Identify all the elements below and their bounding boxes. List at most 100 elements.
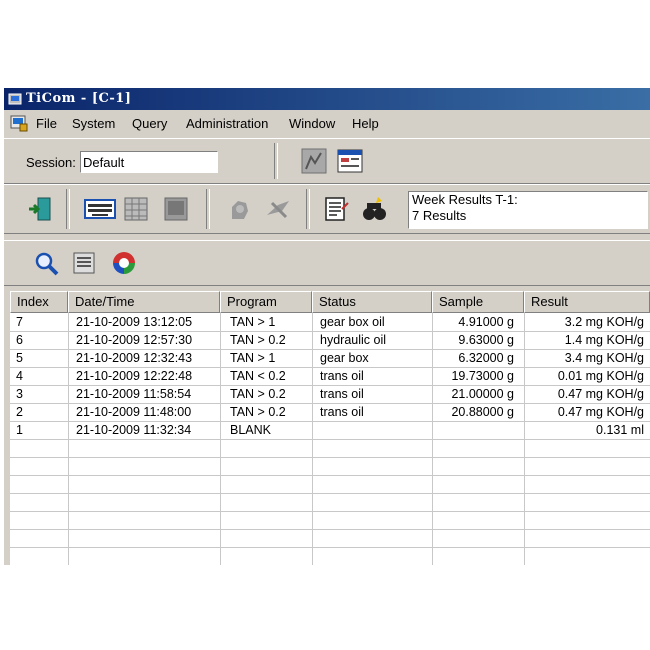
- column-header-result[interactable]: Result: [524, 291, 650, 313]
- cell-index: 3: [16, 387, 23, 401]
- table-row[interactable]: 1 21-10-2009 11:32:34 BLANK 0.131 ml: [10, 421, 650, 440]
- empty-table-row: [10, 547, 650, 565]
- cell-result: 0.01 mg KOH/g: [557, 369, 644, 383]
- tools-icon[interactable]: [264, 195, 292, 223]
- cell-sample: [434, 421, 514, 439]
- graph-icon[interactable]: [300, 147, 328, 175]
- sample-changer-icon[interactable]: [226, 195, 254, 223]
- cell-index: 5: [16, 351, 23, 365]
- cell-datetime: 21-10-2009 13:12:05: [76, 315, 193, 329]
- keyboard-icon[interactable]: [84, 195, 116, 223]
- column-header-index[interactable]: Index: [10, 291, 68, 313]
- cell-sample: 9.63000 g: [458, 333, 514, 347]
- cell-index: 7: [16, 315, 23, 329]
- session-label: Session:: [26, 155, 76, 170]
- table-row[interactable]: 3 21-10-2009 11:58:54 TAN > 0.2 trans oil 21…: [10, 385, 650, 404]
- cell-status: gear box oil: [320, 315, 385, 329]
- separator: [206, 189, 210, 229]
- cell-datetime: 21-10-2009 11:32:34: [76, 423, 192, 437]
- separator: [66, 189, 70, 229]
- menu-administration[interactable]: Administration: [186, 116, 268, 131]
- empty-table-row: [10, 493, 650, 512]
- app-window: TiCom - [C-1] File System Query Administ…: [4, 88, 650, 565]
- cell-datetime: 21-10-2009 12:22:48: [76, 369, 193, 383]
- empty-table-row: [10, 529, 650, 548]
- cell-status: trans oil: [320, 387, 364, 401]
- cell-result: 1.4 mg KOH/g: [564, 333, 644, 347]
- cell-program: TAN > 1: [230, 351, 276, 365]
- secondary-toolbar: [4, 240, 650, 286]
- cell-sample: 4.91000 g: [458, 315, 514, 329]
- session-toolbar: Session: Default: [4, 138, 650, 184]
- cell-program: TAN > 0.2: [230, 333, 286, 347]
- empty-table-row: [10, 511, 650, 530]
- window-list-icon[interactable]: [336, 147, 364, 175]
- cell-program: BLANK: [230, 423, 271, 437]
- column-header-status[interactable]: Status: [312, 291, 432, 313]
- cell-datetime: 21-10-2009 12:57:30: [76, 333, 193, 347]
- cell-program: TAN < 0.2: [230, 369, 286, 383]
- empty-table-row: [10, 475, 650, 494]
- table-row[interactable]: 5 21-10-2009 12:32:43 TAN > 1 gear box 6.320…: [10, 349, 650, 368]
- search-binoculars-icon[interactable]: [360, 195, 388, 223]
- table-row[interactable]: 6 21-10-2009 12:57:30 TAN > 0.2 hydraulic o…: [10, 331, 650, 350]
- cell-index: 2: [16, 405, 23, 419]
- cell-result: 3.2 mg KOH/g: [564, 315, 644, 329]
- cell-index: 4: [16, 369, 23, 383]
- table-row[interactable]: 4 21-10-2009 12:22:48 TAN < 0.2 trans oil 19…: [10, 367, 650, 386]
- table-row[interactable]: 2 21-10-2009 11:48:00 TAN > 0.2 trans oil 20…: [10, 403, 650, 422]
- menu-help[interactable]: Help: [352, 116, 379, 131]
- cell-sample: 21.00000 g: [451, 387, 514, 401]
- menu-bar: File System Query Administration Window …: [4, 111, 650, 135]
- table-header: Index Date/Time Program Status Sample Re…: [10, 291, 650, 313]
- print-list-icon[interactable]: [70, 249, 98, 277]
- app-icon: [8, 93, 22, 105]
- column-header-program[interactable]: Program: [220, 291, 312, 313]
- table-row[interactable]: 7 21-10-2009 13:12:05 TAN > 1 gear box oil 4…: [10, 313, 650, 332]
- window-title: TiCom - [C-1]: [26, 91, 132, 106]
- empty-table-row: [10, 457, 650, 476]
- system-menu-icon[interactable]: [10, 114, 28, 132]
- cell-status: trans oil: [320, 369, 364, 383]
- cell-index: 6: [16, 333, 23, 347]
- cell-datetime: 21-10-2009 11:48:00: [76, 405, 192, 419]
- cell-status: gear box: [320, 351, 369, 365]
- cell-datetime: 21-10-2009 11:58:54: [76, 387, 192, 401]
- table-grid-icon[interactable]: [122, 195, 150, 223]
- cell-sample: 20.88000 g: [451, 405, 514, 419]
- session-value: Default: [83, 155, 125, 170]
- logout-door-icon[interactable]: [26, 195, 54, 223]
- cell-status: [320, 421, 430, 439]
- cell-program: TAN > 1: [230, 315, 276, 329]
- cell-sample: 19.73000 g: [451, 369, 514, 383]
- refresh-cycle-icon[interactable]: [110, 249, 138, 277]
- menu-query[interactable]: Query: [132, 116, 167, 131]
- cell-result: 0.47 mg KOH/g: [557, 405, 644, 419]
- week-results-status: Week Results T-1: 7 Results: [408, 191, 648, 229]
- cell-result: 0.131 ml: [596, 423, 644, 437]
- cell-program: TAN > 0.2: [230, 405, 286, 419]
- cell-result: 3.4 mg KOH/g: [564, 351, 644, 365]
- column-header-sample[interactable]: Sample: [432, 291, 524, 313]
- cell-status: hydraulic oil: [320, 333, 387, 347]
- menu-system[interactable]: System: [72, 116, 115, 131]
- cell-program: TAN > 0.2: [230, 387, 286, 401]
- title-bar[interactable]: TiCom - [C-1]: [4, 88, 650, 110]
- column-header-datetime[interactable]: Date/Time: [68, 291, 220, 313]
- cell-sample: 6.32000 g: [458, 351, 514, 365]
- status-line-1: Week Results T-1:: [412, 192, 518, 207]
- magnifier-icon[interactable]: [32, 249, 60, 277]
- results-list-icon[interactable]: [322, 195, 350, 223]
- cell-status: trans oil: [320, 405, 364, 419]
- menu-window[interactable]: Window: [289, 116, 335, 131]
- status-line-2: 7 Results: [412, 208, 467, 223]
- menu-file[interactable]: File: [36, 116, 57, 131]
- cell-datetime: 21-10-2009 12:32:43: [76, 351, 193, 365]
- empty-table-row: [10, 439, 650, 458]
- cell-result: 0.47 mg KOH/g: [557, 387, 644, 401]
- session-field[interactable]: Default: [80, 151, 218, 173]
- results-table: Index Date/Time Program Status Sample Re…: [10, 291, 650, 565]
- terminal-icon[interactable]: [162, 195, 190, 223]
- cell-index: 1: [16, 423, 23, 437]
- main-toolbar: Week Results T-1: 7 Results: [4, 184, 650, 234]
